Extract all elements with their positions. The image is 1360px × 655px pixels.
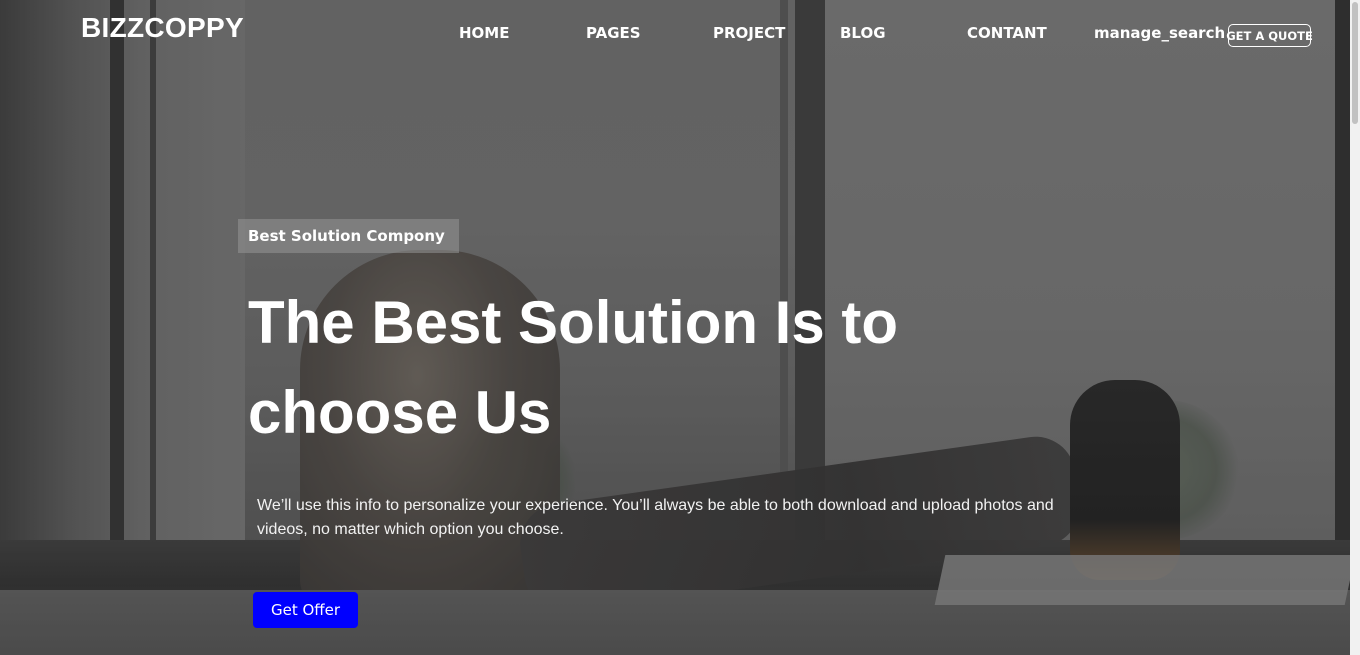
nav-item-blog[interactable]: BLOG [840,24,886,42]
manage-search-icon[interactable]: manage_search [1094,24,1225,42]
hero-description: We’ll use this info to personalize your … [257,497,1054,538]
brand-logo[interactable]: BIZZCOPPY [81,12,244,44]
page-scrollbar[interactable] [1350,0,1360,655]
scrollbar-thumb[interactable] [1352,2,1358,124]
hero-headline: The Best Solution Is to choose Us [248,289,899,446]
get-offer-button[interactable]: Get Offer [253,592,358,628]
get-a-quote-button[interactable]: GET A QUOTE [1226,24,1313,47]
hero-badge: Best Solution Compony [238,219,459,253]
nav-item-contant[interactable]: CONTANT [967,24,1047,42]
nav-item-pages[interactable]: PAGES [586,24,641,42]
nav-item-project[interactable]: PROJECT [713,24,785,42]
nav-item-home[interactable]: HOME [459,24,509,42]
hero-section: BIZZCOPPY HOME PAGES PROJECT BLOG CONTAN… [0,0,1350,655]
